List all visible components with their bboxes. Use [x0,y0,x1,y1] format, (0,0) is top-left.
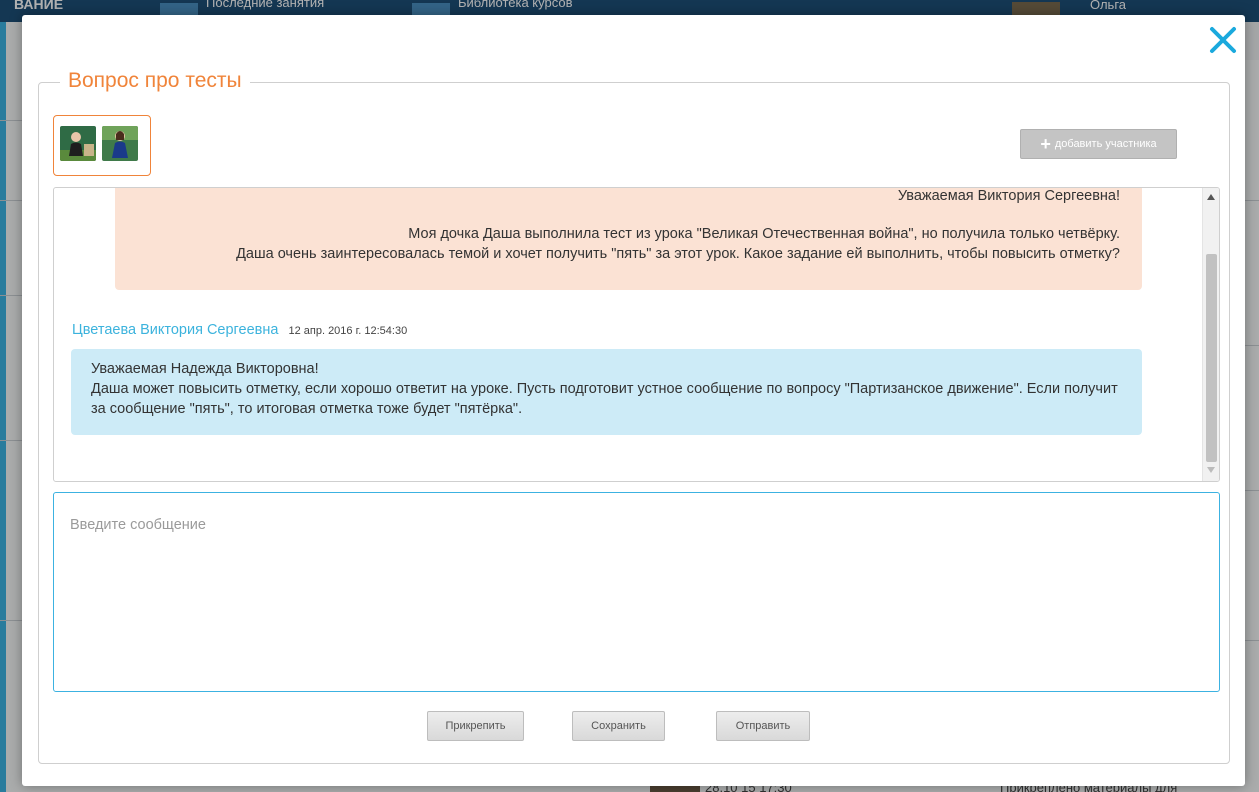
message-line: Уважаемая Надежда Викторовна! [91,361,319,377]
message-author[interactable]: Цветаева Виктория Сергеевна [72,322,278,338]
message-line: Даша очень заинтересовалась темой и хоче… [236,246,1120,262]
message-history[interactable]: Уважаемая Виктория Сергеевна! Моя дочка … [53,187,1220,482]
message-line: Уважаемая Виктория Сергеевна! [897,188,1120,204]
close-button[interactable] [1208,25,1238,55]
scroll-thumb[interactable] [1206,254,1217,462]
message-timestamp: 12 апр. 2016 г. 12:54:30 [288,325,408,337]
scroll-up-arrow-icon[interactable] [1207,194,1215,200]
message-line: Даша может повысить отметку, если хорошо… [91,381,1118,417]
conversation-dialog: Вопрос про тесты + добавить участника Ув… [22,15,1245,786]
message-line: Моя дочка Даша выполнила тест из урока "… [408,226,1120,242]
send-button[interactable]: Отправить [716,711,810,741]
plus-icon: + [1040,134,1051,154]
conversation-title: Вопрос про тесты [60,67,250,95]
participant-avatar[interactable] [60,126,96,161]
participants-panel [53,115,151,176]
add-participant-button[interactable]: + добавить участника [1020,129,1177,159]
incoming-message: Уважаемая Виктория Сергеевна! Моя дочка … [115,188,1142,290]
close-icon [1210,27,1236,53]
save-button[interactable]: Сохранить [572,711,665,741]
attach-button[interactable]: Прикрепить [427,711,524,741]
avatar-photo-icon [102,126,138,161]
participant-avatar[interactable] [102,126,138,161]
message-header: Цветаева Виктория Сергеевна 12 апр. 2016… [72,322,407,338]
chat-scrollbar[interactable] [1202,188,1219,481]
outgoing-message: Уважаемая Надежда Викторовна! Даша может… [71,349,1142,435]
message-input[interactable] [53,492,1220,692]
add-participant-label: добавить участника [1054,138,1157,150]
avatar-photo-icon [60,126,96,161]
scroll-down-arrow-icon[interactable] [1207,467,1215,473]
